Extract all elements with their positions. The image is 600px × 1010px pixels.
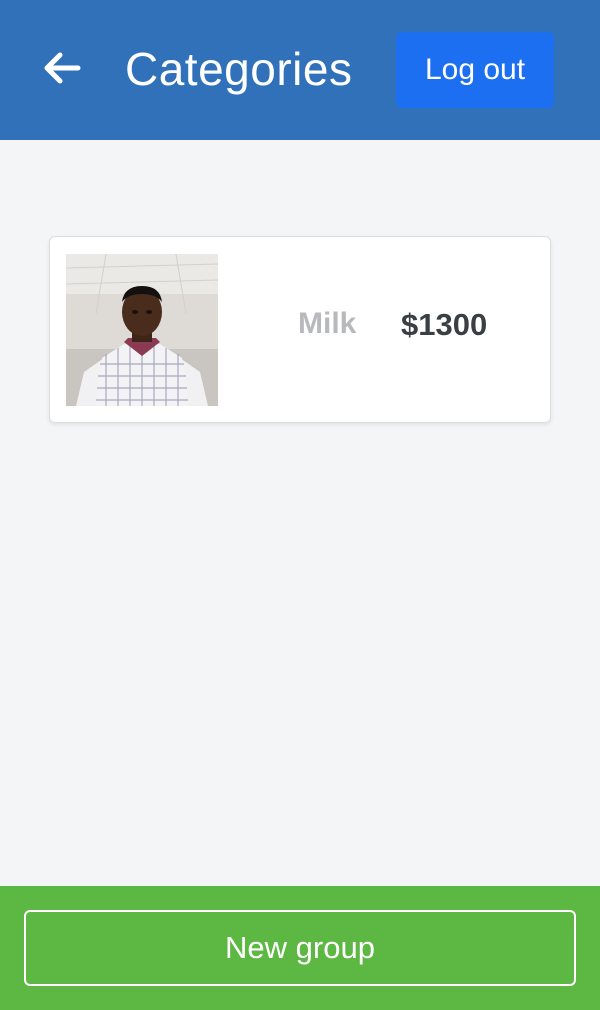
item-name: Milk xyxy=(298,307,357,340)
top-bar: Categories Log out xyxy=(0,0,600,140)
logout-button[interactable]: Log out xyxy=(396,32,554,108)
footer-bar: New group xyxy=(0,886,600,1010)
back-button[interactable] xyxy=(38,44,86,92)
arrow-left-icon xyxy=(44,52,81,84)
item-price: $1300 xyxy=(401,307,488,342)
new-group-button[interactable]: New group xyxy=(24,910,576,986)
page-title: Categories xyxy=(125,43,353,95)
category-item-card[interactable]: Milk $1300 xyxy=(49,236,551,423)
item-photo xyxy=(66,254,218,406)
